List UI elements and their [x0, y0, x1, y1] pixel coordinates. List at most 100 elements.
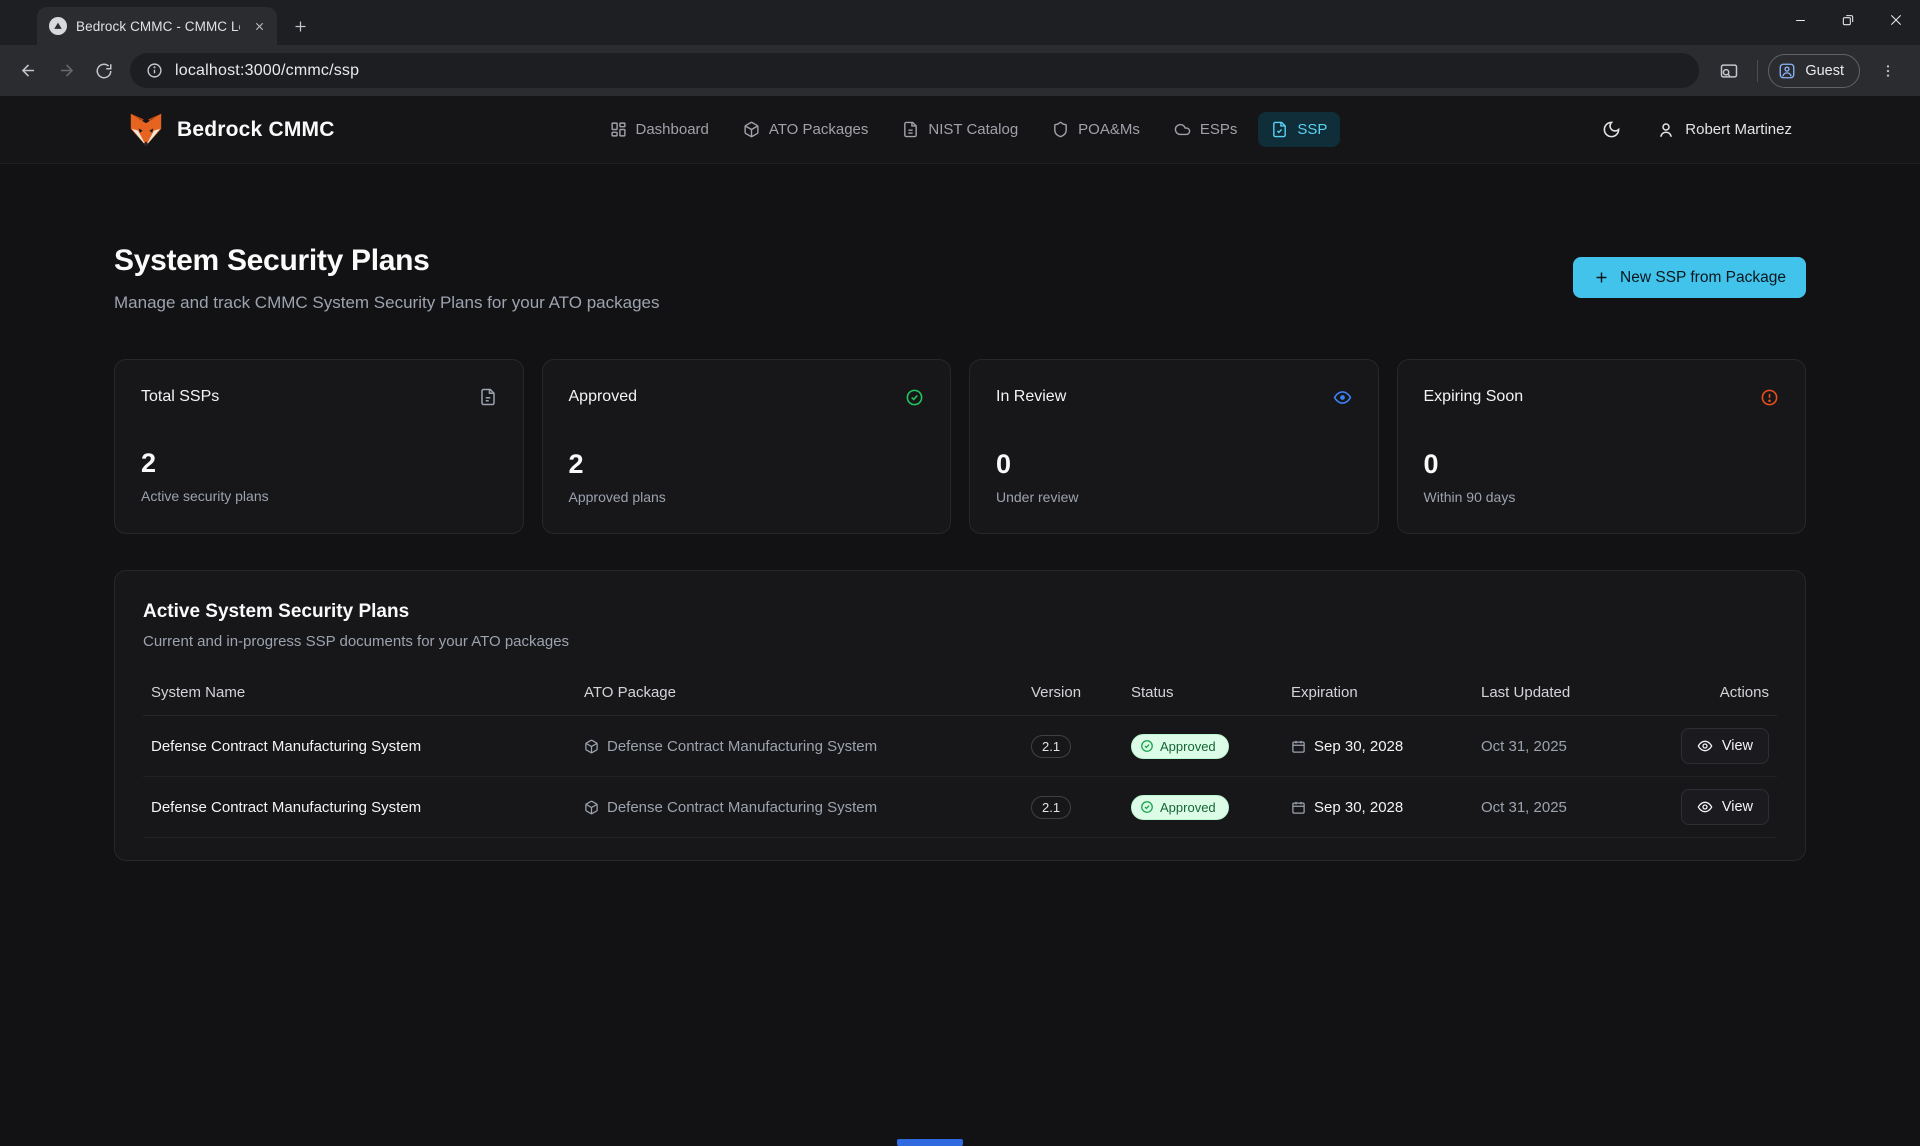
stat-label: Expiring Soon — [1424, 388, 1524, 406]
forward-arrow-icon[interactable] — [48, 53, 84, 89]
version-badge: 2.1 — [1031, 796, 1071, 819]
check-circle-icon — [1140, 739, 1154, 753]
page-title: System Security Plans — [114, 244, 659, 278]
status-badge: Approved — [1131, 734, 1229, 759]
package-icon — [743, 121, 760, 138]
stat-sublabel: Approved plans — [569, 489, 925, 505]
table-row: Defense Contract Manufacturing System De… — [143, 716, 1777, 777]
toolbar-right: Guest — [1711, 53, 1910, 89]
col-ato-package: ATO Package — [576, 676, 1023, 715]
brand-title: Bedrock CMMC — [177, 118, 335, 142]
version-badge: 2.1 — [1031, 735, 1071, 758]
system-name: Defense Contract Manufacturing System — [143, 799, 576, 816]
system-name: Defense Contract Manufacturing System — [143, 738, 576, 755]
file-text-icon — [479, 388, 497, 406]
bottom-accent-bar — [897, 1139, 963, 1146]
stat-card-total-ssps: Total SSPs 2 Active security plans — [114, 359, 524, 534]
eye-icon — [1697, 738, 1713, 754]
restore-icon[interactable] — [1824, 0, 1872, 40]
shield-icon — [1052, 121, 1069, 138]
nav-item-esps[interactable]: ESPs — [1161, 112, 1251, 147]
minimize-icon[interactable] — [1776, 0, 1824, 40]
guest-avatar-icon — [1778, 62, 1796, 80]
cloud-icon — [1174, 121, 1191, 138]
stat-cards: Total SSPs 2 Active security plans Appro… — [114, 359, 1806, 534]
view-button[interactable]: View — [1681, 728, 1769, 764]
last-updated-date: Oct 31, 2025 — [1473, 799, 1667, 816]
site-info-icon[interactable] — [146, 62, 163, 79]
user-menu[interactable]: Robert Martinez — [1657, 121, 1792, 139]
stat-label: Total SSPs — [141, 388, 219, 406]
check-circle-icon — [905, 388, 924, 407]
ssp-table-card: Active System Security Plans Current and… — [114, 570, 1806, 861]
stat-card-in-review: In Review 0 Under review — [969, 359, 1379, 534]
fox-favicon-icon — [49, 17, 67, 35]
user-name: Robert Martinez — [1685, 121, 1792, 138]
profile-chip[interactable]: Guest — [1768, 54, 1860, 88]
package-icon — [584, 800, 599, 815]
profile-label: Guest — [1805, 63, 1844, 79]
nav-item-ssp[interactable]: SSP — [1258, 112, 1340, 147]
file-text-icon — [902, 121, 919, 138]
table-header-row: System Name ATO Package Version Status E… — [143, 676, 1777, 716]
eye-icon — [1333, 388, 1352, 407]
url-bar[interactable]: localhost:3000/cmmc/ssp — [130, 53, 1699, 88]
alert-circle-icon — [1760, 388, 1779, 407]
tab-close-icon[interactable] — [249, 16, 269, 36]
ato-package-name: Defense Contract Manufacturing System — [607, 738, 877, 755]
main-nav: Dashboard ATO Packages NIST Catalog POA&… — [597, 112, 1341, 147]
nav-label: POA&Ms — [1078, 121, 1140, 138]
nav-label: ESPs — [1200, 121, 1238, 138]
close-icon[interactable] — [1872, 0, 1920, 40]
app-header: Bedrock CMMC Dashboard ATO Packages NIST… — [0, 96, 1920, 164]
back-arrow-icon[interactable] — [10, 53, 46, 89]
status-badge: Approved — [1131, 795, 1229, 820]
reload-icon[interactable] — [86, 53, 122, 89]
moon-icon[interactable] — [1602, 120, 1621, 139]
table-heading: Active System Security Plans — [143, 601, 1777, 623]
col-status: Status — [1123, 676, 1283, 715]
ato-package-name: Defense Contract Manufacturing System — [607, 799, 877, 816]
stat-value: 0 — [1424, 449, 1780, 480]
plus-icon — [1593, 269, 1610, 286]
table-subheading: Current and in-progress SSP documents fo… — [143, 633, 1777, 650]
side-panel-search-icon[interactable] — [1711, 53, 1747, 89]
nav-label: ATO Packages — [769, 121, 869, 138]
nav-item-ato-packages[interactable]: ATO Packages — [730, 112, 882, 147]
view-button[interactable]: View — [1681, 789, 1769, 825]
col-version: Version — [1023, 676, 1123, 715]
stat-value: 2 — [141, 448, 497, 479]
nav-label: SSP — [1297, 121, 1327, 138]
stat-label: In Review — [996, 388, 1066, 406]
main-content: System Security Plans Manage and track C… — [0, 244, 1920, 861]
stat-value: 0 — [996, 449, 1352, 480]
stat-card-approved: Approved 2 Approved plans — [542, 359, 952, 534]
expiration-date: Sep 30, 2028 — [1314, 738, 1403, 755]
kebab-menu-icon[interactable] — [1870, 53, 1906, 89]
tab-title: Bedrock CMMC - CMMC Level — [76, 19, 240, 34]
calendar-icon — [1291, 739, 1306, 754]
new-tab-button[interactable] — [285, 11, 315, 41]
nav-item-dashboard[interactable]: Dashboard — [597, 112, 722, 147]
dashboard-grid-icon — [610, 121, 627, 138]
package-icon — [584, 739, 599, 754]
new-ssp-button[interactable]: New SSP from Package — [1573, 257, 1806, 298]
nav-label: Dashboard — [636, 121, 709, 138]
browser-toolbar: localhost:3000/cmmc/ssp Guest — [0, 45, 1920, 96]
browser-tabstrip: Bedrock CMMC - CMMC Level — [0, 0, 1920, 45]
window-controls — [1776, 0, 1920, 40]
page-subtitle: Manage and track CMMC System Security Pl… — [114, 293, 659, 313]
stat-sublabel: Active security plans — [141, 488, 497, 504]
new-ssp-button-label: New SSP from Package — [1620, 269, 1786, 287]
person-icon — [1657, 121, 1675, 139]
nav-item-poams[interactable]: POA&Ms — [1039, 112, 1153, 147]
col-expiration: Expiration — [1283, 676, 1473, 715]
ssp-table: System Name ATO Package Version Status E… — [143, 676, 1777, 838]
brand[interactable]: Bedrock CMMC — [128, 112, 335, 148]
browser-tab[interactable]: Bedrock CMMC - CMMC Level — [37, 7, 277, 45]
header-right: Robert Martinez — [1602, 120, 1792, 139]
last-updated-date: Oct 31, 2025 — [1473, 738, 1667, 755]
toolbar-separator — [1757, 60, 1758, 82]
file-check-icon — [1271, 121, 1288, 138]
nav-item-nist-catalog[interactable]: NIST Catalog — [889, 112, 1031, 147]
